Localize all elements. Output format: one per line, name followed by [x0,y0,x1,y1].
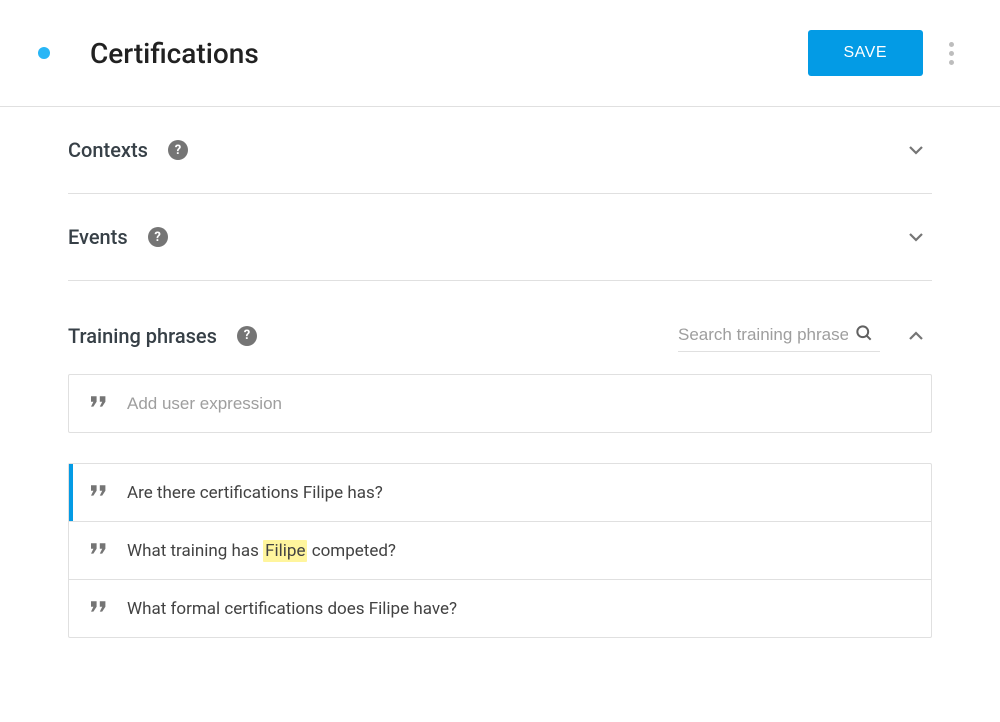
training-phrase-row[interactable]: What formal certifications does Filipe h… [69,580,931,637]
training-phrase-text: What training has Filipe competed? [127,541,911,561]
help-icon[interactable]: ? [168,140,188,160]
add-expression-input[interactable] [127,394,911,414]
section-events[interactable]: Events ? [68,194,932,281]
search-input[interactable] [678,319,848,351]
more-menu-button[interactable] [941,34,962,73]
help-icon[interactable]: ? [148,227,168,247]
training-phrase-text: Are there certifications Filipe has? [127,483,911,503]
search-icon[interactable] [848,323,880,347]
intent-status-dot [38,47,50,59]
save-button[interactable]: SAVE [808,30,924,76]
quote-icon [89,598,109,619]
help-icon[interactable]: ? [237,326,257,346]
quote-icon [89,393,109,414]
section-events-title: Events [68,225,128,249]
training-phrase-text: What formal certifications does Filipe h… [127,599,911,619]
chevron-down-icon[interactable] [900,221,932,253]
search-wrap [678,319,880,352]
chevron-down-icon[interactable] [900,134,932,166]
entity-highlight[interactable]: Filipe [263,540,307,562]
quote-icon [89,540,109,561]
training-phrase-row[interactable]: What training has Filipe competed? [69,522,931,580]
training-phrase-list: Are there certifications Filipe has? What… [68,463,932,638]
page-header: Certifications SAVE [0,0,1000,107]
section-contexts[interactable]: Contexts ? [68,107,932,194]
section-training-title: Training phrases [68,324,217,348]
section-training-header: Training phrases ? [68,281,932,374]
add-expression-box [68,374,932,433]
page-title: Certifications [90,37,808,70]
training-phrase-row[interactable]: Are there certifications Filipe has? [69,464,931,522]
content-area: Contexts ? Events ? Training phrases ? [0,107,1000,638]
chevron-up-icon[interactable] [900,320,932,352]
section-contexts-title: Contexts [68,138,148,162]
quote-icon [89,482,109,503]
